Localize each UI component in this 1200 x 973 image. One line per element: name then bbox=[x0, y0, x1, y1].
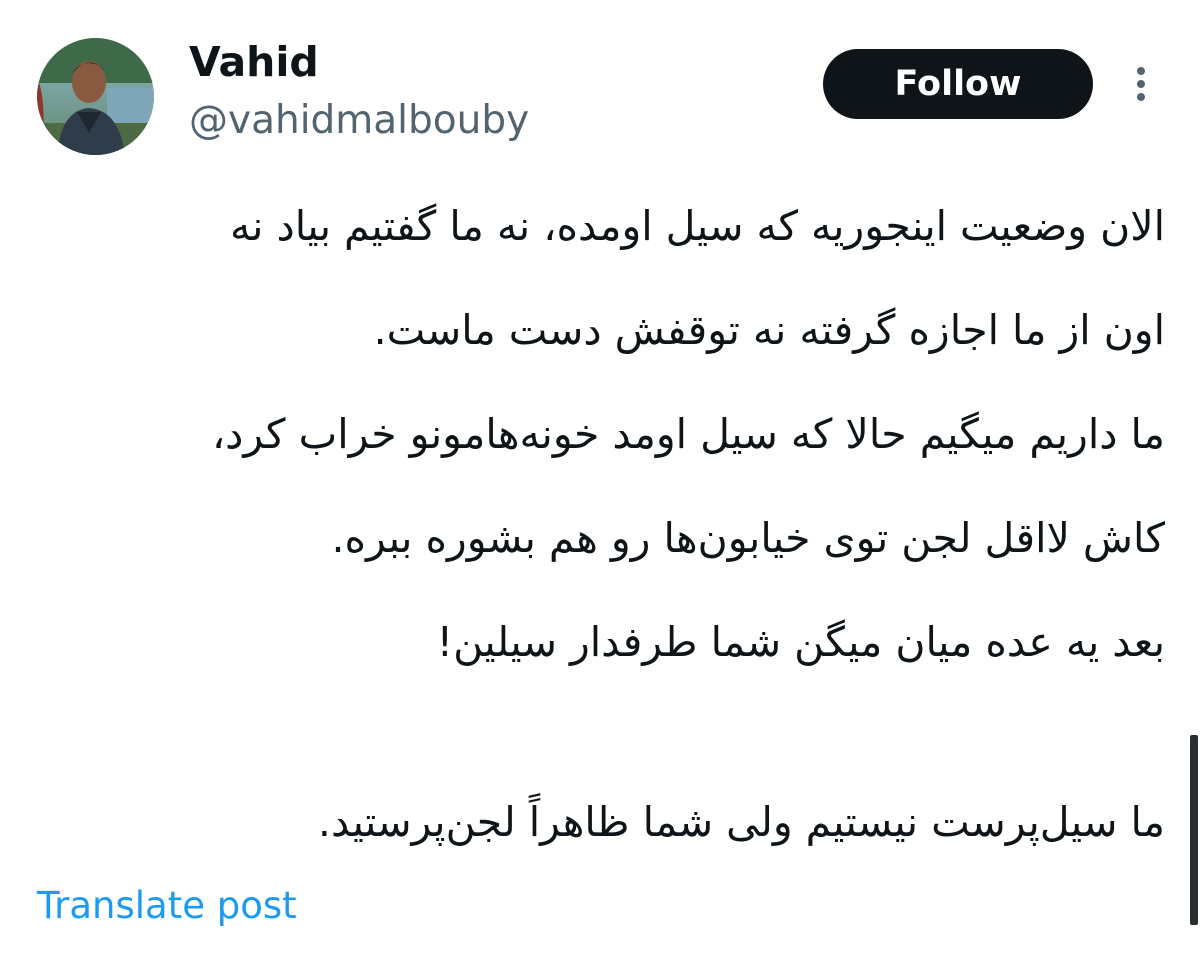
author-handle[interactable]: @vahidmalbouby bbox=[189, 95, 529, 147]
tweet-text: الان وضعیت اینجوریه که سیل اومده، نه ما … bbox=[30, 190, 1165, 890]
tweet-text-line: ما سیل‌پرست نیستیم ولی شما ظاهراً لجن‌پر… bbox=[317, 798, 1165, 846]
tweet-text-line: اون از ما اجازه گرفته نه توقفش دست ماست. bbox=[373, 306, 1165, 354]
tweet-text-line: الان وضعیت اینجوریه که سیل اومده، نه ما … bbox=[230, 202, 1165, 250]
author-display-name[interactable]: Vahid bbox=[189, 36, 319, 88]
avatar[interactable] bbox=[37, 38, 154, 155]
scrollbar[interactable] bbox=[1190, 735, 1198, 925]
tweet-text-line: بعد یه عده میان میگن شما طرفدار سیلین! bbox=[436, 618, 1165, 666]
tweet-text-line: کاش لااقل لجن توی خیابون‌ها رو هم بشوره … bbox=[331, 514, 1166, 562]
translate-post-link[interactable]: Translate post bbox=[37, 880, 297, 932]
tweet-text-line bbox=[30, 710, 1165, 786]
avatar-photo bbox=[37, 38, 154, 155]
follow-button[interactable]: Follow bbox=[823, 49, 1093, 119]
more-vertical-icon[interactable] bbox=[1126, 62, 1156, 106]
tweet-text-line: ما داریم میگیم حالا که سیل اومد خونه‌هام… bbox=[211, 410, 1165, 458]
